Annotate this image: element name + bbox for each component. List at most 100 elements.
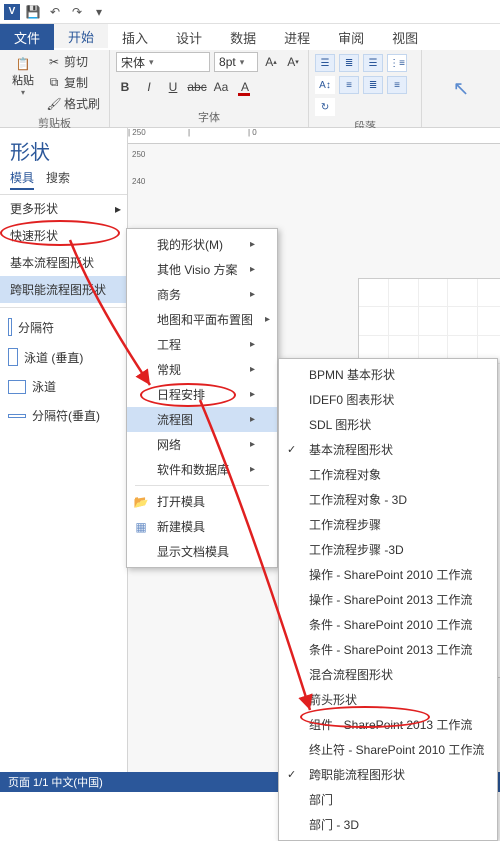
align-bottom-button[interactable]: ☰ (363, 54, 383, 72)
status-text: 页面 1/1 中文(中国) (8, 774, 103, 790)
menu-show-doc-stencil[interactable]: 显示文档模具 (127, 539, 277, 564)
font-size-combo[interactable]: 8pt▾ (214, 52, 258, 72)
group-label-font: 字体 (116, 107, 302, 127)
format-painter-button[interactable]: 🖌格式刷 (44, 94, 103, 113)
swimlane-h-shape-icon (8, 380, 26, 394)
grow-font-icon[interactable]: A▴ (262, 53, 280, 71)
align-left-button[interactable]: ≡ (339, 76, 359, 94)
align-top-button[interactable]: ☰ (315, 54, 335, 72)
pane-tab-search[interactable]: 搜索 (46, 169, 70, 190)
submenu-arrow-shapes[interactable]: 箭头形状 (279, 687, 497, 712)
cut-button[interactable]: ✂剪切 (44, 52, 103, 71)
crossfunc-flowchart-item[interactable]: 跨职能流程图形状 (0, 276, 127, 303)
menu-my-shapes[interactable]: 我的形状(M)▸ (127, 232, 277, 257)
stencil-swimlane-vertical[interactable]: 泳道 (垂直) (0, 342, 127, 372)
submenu-sp2010-conditions[interactable]: 条件 - SharePoint 2010 工作流 (279, 612, 497, 637)
copy-button[interactable]: ⧉复制 (44, 73, 103, 92)
submenu-workflow-steps-3d[interactable]: 工作流程步骤 -3D (279, 537, 497, 562)
menu-map-floorplan[interactable]: 地图和平面布置图▸ (127, 307, 277, 332)
paste-button[interactable]: 📋 粘贴 ▾ (6, 52, 40, 98)
rotate-text-button[interactable]: ↻ (315, 98, 335, 116)
tab-file[interactable]: 文件 (0, 24, 54, 50)
folder-open-icon: 📂 (133, 495, 149, 509)
format-painter-label: 格式刷 (64, 95, 100, 112)
submenu-mixed-flowchart[interactable]: 混合流程图形状 (279, 662, 497, 687)
submenu-sp2010-actions[interactable]: 操作 - SharePoint 2010 工作流 (279, 562, 497, 587)
font-color-button[interactable]: A (236, 78, 254, 96)
bold-button[interactable]: B (116, 78, 134, 96)
scissors-icon: ✂ (47, 55, 61, 69)
flowchart-submenu: BPMN 基本形状 IDEF0 图表形状 SDL 图形状 ✓基本流程图形状 工作… (278, 358, 498, 841)
tab-data[interactable]: 数据 (216, 24, 270, 50)
paste-icon: 📋 (11, 55, 35, 72)
basic-flowchart-item[interactable]: 基本流程图形状 (0, 249, 127, 276)
menu-open-stencil[interactable]: 📂打开模具 (127, 489, 277, 514)
align-right-button[interactable]: ≡ (387, 76, 407, 94)
align-center-button[interactable]: ≣ (363, 76, 383, 94)
submenu-workflow-objects[interactable]: 工作流程对象 (279, 462, 497, 487)
menu-business[interactable]: 商务▸ (127, 282, 277, 307)
submenu-workflow-objects-3d[interactable]: 工作流程对象 - 3D (279, 487, 497, 512)
bullets-button[interactable]: ⋮≡ (387, 54, 407, 72)
submenu-sp2013-components[interactable]: 组件 - SharePoint 2013 工作流 (279, 712, 497, 737)
shrink-font-icon[interactable]: A▾ (284, 53, 302, 71)
strike-button[interactable]: abc (188, 78, 206, 96)
check-icon: ✓ (287, 768, 296, 781)
menu-network[interactable]: 网络▸ (127, 432, 277, 457)
stencil-label: 泳道 (32, 378, 56, 395)
menu-separator (135, 485, 269, 486)
tab-insert[interactable]: 插入 (108, 24, 162, 50)
submenu-workflow-steps[interactable]: 工作流程步骤 (279, 512, 497, 537)
chevron-right-icon: ▸ (250, 464, 255, 475)
tab-view[interactable]: 视图 (378, 24, 432, 50)
menu-other-visio[interactable]: 其他 Visio 方案▸ (127, 257, 277, 282)
more-shapes-label: 更多形状 (10, 200, 58, 217)
tab-design[interactable]: 设计 (162, 24, 216, 50)
align-middle-button[interactable]: ≣ (339, 54, 359, 72)
redo-icon[interactable]: ↷ (68, 3, 86, 21)
menu-flowchart[interactable]: 流程图▸ (127, 407, 277, 432)
submenu-sp2010-terminators[interactable]: 终止符 - SharePoint 2010 工作流 (279, 737, 497, 762)
save-icon[interactable]: 💾 (24, 3, 42, 21)
submenu-basic-flowchart[interactable]: ✓基本流程图形状 (279, 437, 497, 462)
stencil-label: 泳道 (垂直) (24, 349, 83, 366)
qat-customize-icon[interactable]: ▾ (90, 3, 108, 21)
stencil-separator-vertical[interactable]: 分隔符(垂直) (0, 401, 127, 430)
quick-shapes-item[interactable]: 快速形状 (0, 222, 127, 249)
shapes-pane-title: 形状 (0, 128, 127, 167)
font-name-combo[interactable]: 宋体▾ (116, 52, 210, 72)
menu-software-db[interactable]: 软件和数据库▸ (127, 457, 277, 482)
stencil-swimlane[interactable]: 泳道 (0, 372, 127, 401)
menu-general[interactable]: 常规▸ (127, 357, 277, 382)
submenu-department-3d[interactable]: 部门 - 3D (279, 812, 497, 837)
ribbon-group-paragraph: ☰ ≣ ☰ ⋮≡ A↕ ≡ ≣ ≡ ↻ 段落 (309, 50, 422, 127)
underline-button[interactable]: U (164, 78, 182, 96)
menu-schedule[interactable]: 日程安排▸ (127, 382, 277, 407)
menu-new-stencil[interactable]: ▦新建模具 (127, 514, 277, 539)
tab-review[interactable]: 审阅 (324, 24, 378, 50)
menu-engineering[interactable]: 工程▸ (127, 332, 277, 357)
font-name-value: 宋体 (121, 54, 145, 71)
pane-tab-stencils[interactable]: 模具 (10, 169, 34, 190)
submenu-sp2013-actions[interactable]: 操作 - SharePoint 2013 工作流 (279, 587, 497, 612)
tab-process[interactable]: 进程 (270, 24, 324, 50)
italic-button[interactable]: I (140, 78, 158, 96)
tab-home[interactable]: 开始 (54, 24, 108, 50)
stencil-label: 分隔符(垂直) (32, 407, 100, 424)
submenu-sdl[interactable]: SDL 图形状 (279, 412, 497, 437)
undo-icon[interactable]: ↶ (46, 3, 64, 21)
pointer-tool-icon[interactable]: ↖ (453, 76, 470, 101)
submenu-bpmn[interactable]: BPMN 基本形状 (279, 362, 497, 387)
submenu-sp2013-conditions[interactable]: 条件 - SharePoint 2013 工作流 (279, 637, 497, 662)
quick-access-toolbar: V 💾 ↶ ↷ ▾ (0, 0, 500, 24)
text-direction-button[interactable]: A↕ (315, 76, 335, 94)
shapes-pane: 形状 模具 搜索 更多形状▸ 快速形状 基本流程图形状 跨职能流程图形状 分隔符… (0, 128, 128, 772)
change-case-button[interactable]: Aa (212, 78, 230, 96)
chevron-right-icon: ▸ (250, 264, 255, 275)
pane-separator (0, 307, 127, 308)
stencil-separator[interactable]: 分隔符 (0, 312, 127, 342)
submenu-department[interactable]: 部门 (279, 787, 497, 812)
submenu-crossfunc-flowchart[interactable]: ✓跨职能流程图形状 (279, 762, 497, 787)
more-shapes-item[interactable]: 更多形状▸ (0, 195, 127, 222)
submenu-idef0[interactable]: IDEF0 图表形状 (279, 387, 497, 412)
